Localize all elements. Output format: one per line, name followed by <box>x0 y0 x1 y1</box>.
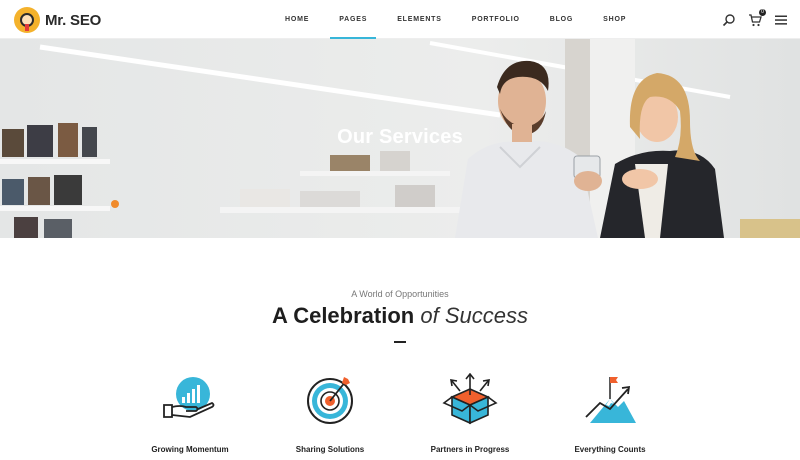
mountain-flag-icon <box>585 377 636 423</box>
features-row: Growing Momentum Sharing Solutions Partn… <box>120 373 680 460</box>
box-arrows-icon <box>442 373 498 425</box>
page-title: Our Services <box>337 126 463 148</box>
hand-chart-icon <box>163 377 215 418</box>
cart-count-badge: 0 <box>759 9 766 16</box>
nav-shop[interactable]: SHOP <box>594 0 635 39</box>
section-headline: A Celebration of Success <box>0 303 800 329</box>
logo-mascot-icon <box>14 7 40 33</box>
cart-icon[interactable]: 0 <box>748 9 766 27</box>
nav-blog[interactable]: BLOG <box>541 0 582 39</box>
site-header: Mr. SEO HOME PAGES ELEMENTS PORTFOLIO BL… <box>0 0 800 39</box>
nav-pages[interactable]: PAGES <box>330 0 377 39</box>
main-nav: HOME PAGES ELEMENTS PORTFOLIO BLOG SHOP <box>270 0 641 39</box>
feature-everything-counts[interactable]: Everything Counts <box>540 373 680 454</box>
nav-elements[interactable]: ELEMENTS <box>388 0 451 39</box>
hamburger-menu-icon[interactable] <box>774 13 788 27</box>
nav-portfolio[interactable]: PORTFOLIO <box>463 0 529 39</box>
feature-label: Everything Counts <box>574 445 646 454</box>
hero-banner: Our Services <box>0 39 800 238</box>
headline-light: of Success <box>420 303 528 328</box>
headline-bold: A Celebration <box>272 303 415 328</box>
feature-label: Sharing Solutions <box>295 445 365 454</box>
feature-partners-in-progress[interactable]: Partners in Progress <box>400 373 540 454</box>
feature-label: Growing Momentum <box>151 445 229 454</box>
header-tools: 0 <box>710 9 788 28</box>
logo[interactable]: Mr. SEO <box>14 7 101 33</box>
feature-sharing-solutions[interactable]: Sharing Solutions <box>260 373 400 454</box>
section-divider <box>394 341 406 343</box>
search-icon[interactable] <box>722 13 736 27</box>
section-kicker: A World of Opportunities <box>351 289 449 299</box>
feature-label: Partners in Progress <box>430 445 510 454</box>
nav-home[interactable]: HOME <box>276 0 318 39</box>
target-icon <box>307 377 353 424</box>
brand-name: Mr. SEO <box>45 11 102 29</box>
feature-growing-momentum[interactable]: Growing Momentum <box>120 373 260 454</box>
